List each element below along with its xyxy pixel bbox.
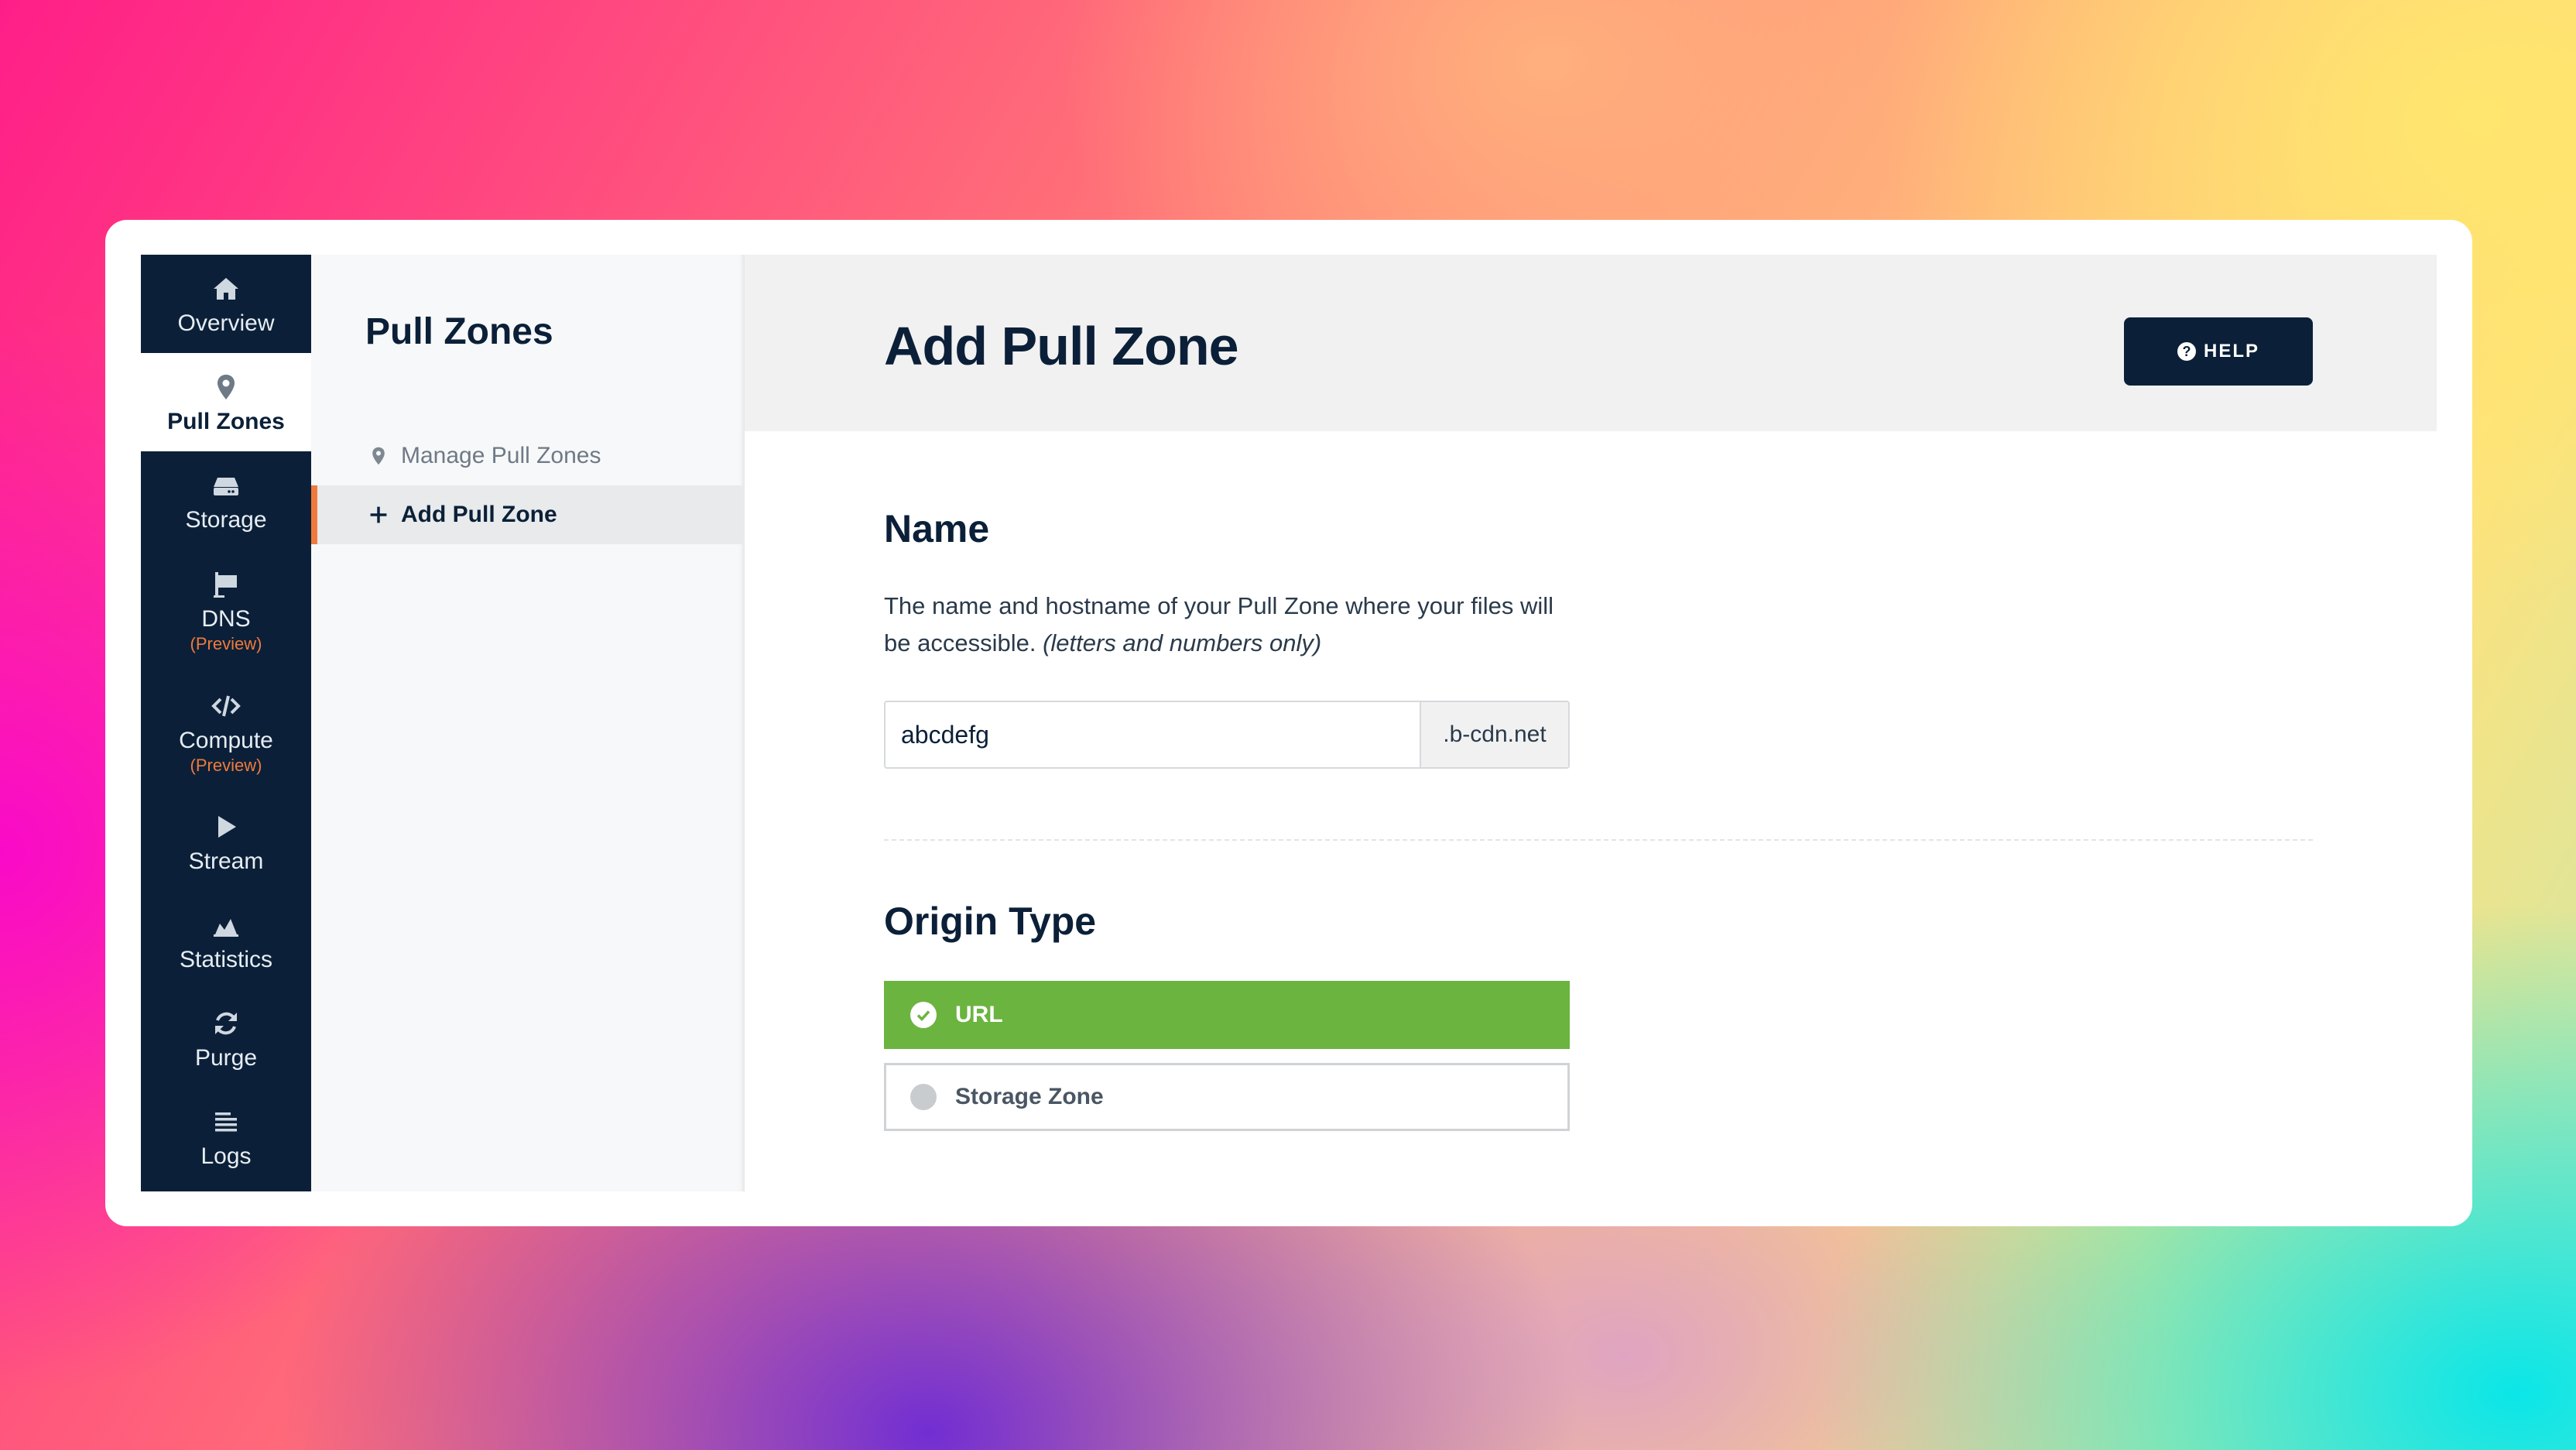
lines-icon xyxy=(207,1105,245,1139)
nav-label: Overview xyxy=(177,310,275,336)
page-header: Add Pull Zone ? HELP xyxy=(745,255,2437,431)
submenu-item-manage-pull-zones[interactable]: Manage Pull Zones xyxy=(311,427,745,485)
app-window: Overview Pull Zones Storage DNS (Preview… xyxy=(141,255,2437,1191)
plus-icon xyxy=(367,503,390,526)
help-button[interactable]: ? HELP xyxy=(2124,317,2313,386)
radio-empty-icon xyxy=(910,1084,937,1110)
submenu-item-add-pull-zone[interactable]: Add Pull Zone xyxy=(311,485,745,544)
main-nav: Overview Pull Zones Storage DNS (Preview… xyxy=(141,255,311,1191)
nav-label: DNS xyxy=(201,605,251,632)
nav-item-overview[interactable]: Overview xyxy=(141,255,311,353)
submenu-item-label: Add Pull Zone xyxy=(401,502,557,527)
code-icon xyxy=(207,689,245,723)
page-title: Add Pull Zone xyxy=(884,316,1239,376)
nav-item-pull-zones[interactable]: Pull Zones xyxy=(141,353,311,451)
nav-label: Pull Zones xyxy=(167,408,285,434)
nav-item-storage[interactable]: Storage xyxy=(141,451,311,550)
nav-item-logs[interactable]: Logs xyxy=(141,1088,311,1186)
nav-item-compute[interactable]: Compute (Preview) xyxy=(141,671,311,793)
area-chart-icon xyxy=(207,908,245,942)
nav-label: Logs xyxy=(200,1143,252,1169)
nav-item-dns[interactable]: DNS (Preview) xyxy=(141,550,311,671)
preview-tag: (Preview) xyxy=(190,755,262,775)
nav-item-statistics[interactable]: Statistics xyxy=(141,891,311,989)
nav-label: Statistics xyxy=(179,946,273,972)
pull-zone-name-field: .b-cdn.net xyxy=(884,701,1570,769)
location-pin-icon xyxy=(367,444,390,468)
home-icon xyxy=(207,272,245,306)
help-button-label: HELP xyxy=(2203,341,2259,362)
origin-option-label: URL xyxy=(955,1002,1003,1027)
submenu-item-label: Manage Pull Zones xyxy=(401,443,601,468)
hostname-suffix: .b-cdn.net xyxy=(1420,702,1568,767)
app-card: Overview Pull Zones Storage DNS (Preview… xyxy=(105,220,2472,1226)
nav-label: Storage xyxy=(185,506,267,533)
nav-label: Purge xyxy=(194,1044,258,1071)
pull-zone-name-input[interactable] xyxy=(886,702,1420,767)
origin-option-storage-zone[interactable]: Storage Zone xyxy=(884,1063,1570,1131)
name-description: The name and hostname of your Pull Zone … xyxy=(884,588,1581,662)
play-icon xyxy=(207,810,245,844)
submenu-panel: Pull Zones Manage Pull Zones Add Pull Zo… xyxy=(311,255,745,1191)
dns-flag-icon xyxy=(207,567,245,602)
nav-label: Compute xyxy=(179,727,273,753)
hard-drive-icon xyxy=(207,468,245,502)
preview-tag: (Preview) xyxy=(190,633,262,653)
origin-section-title: Origin Type xyxy=(884,900,1097,943)
origin-option-label: Storage Zone xyxy=(955,1084,1104,1109)
nav-item-purge[interactable]: Purge xyxy=(141,989,311,1088)
location-pin-icon xyxy=(207,370,245,404)
name-description-hint: (letters and numbers only) xyxy=(1043,629,1322,656)
check-circle-icon xyxy=(910,1002,937,1028)
nav-item-stream[interactable]: Stream xyxy=(141,793,311,891)
origin-option-url[interactable]: URL xyxy=(884,981,1570,1049)
main-content: Add Pull Zone ? HELP Name The name and h… xyxy=(745,255,2437,1191)
refresh-icon xyxy=(207,1006,245,1040)
submenu-title: Pull Zones xyxy=(365,311,553,352)
section-divider xyxy=(884,839,2313,841)
name-section-title: Name xyxy=(884,507,990,550)
nav-label: Stream xyxy=(188,848,264,874)
question-circle-icon: ? xyxy=(2177,342,2196,361)
